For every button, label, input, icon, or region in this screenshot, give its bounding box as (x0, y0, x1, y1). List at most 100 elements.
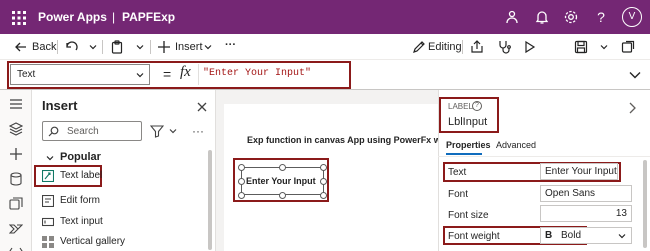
info-icon[interactable]: ? (472, 101, 482, 111)
insert-pane-scrollbar[interactable] (208, 150, 212, 250)
fx-icon[interactable]: fx (180, 64, 191, 81)
formula-text: "Enter Your Input" (203, 68, 312, 79)
notification-bell-icon[interactable] (534, 9, 550, 25)
chevron-down-icon (617, 231, 627, 241)
text-property-input[interactable]: Enter Your Input (540, 163, 618, 180)
save-chevron-down-icon[interactable] (599, 42, 609, 52)
publish-icon[interactable] (621, 40, 635, 54)
font-size-property-label: Font size (448, 210, 489, 221)
settings-gear-icon[interactable] (563, 9, 579, 25)
insert-plus-icon[interactable] (157, 40, 171, 54)
user-avatar[interactable]: V (622, 7, 642, 27)
more-options-button[interactable]: ··· (225, 39, 236, 51)
data-database-icon[interactable] (8, 172, 24, 188)
popular-chevron-down-icon[interactable] (45, 153, 55, 163)
title-separator: | (112, 10, 116, 24)
app-launcher-icon[interactable] (12, 11, 26, 25)
search-input: Search (67, 126, 99, 137)
list-item[interactable]: Edit form (38, 192, 184, 210)
divider (462, 40, 463, 54)
filter-chevron-down-icon[interactable] (168, 126, 178, 136)
close-icon[interactable] (196, 101, 208, 113)
chevron-right-icon[interactable] (627, 101, 637, 115)
more-options-dots: ··· (192, 124, 204, 138)
search-icon (48, 126, 59, 137)
property-dropdown-value: Text (17, 69, 36, 80)
app-name[interactable]: Power Apps (38, 10, 107, 24)
property-dropdown[interactable]: Text (10, 64, 150, 85)
hamburger-menu-icon[interactable] (8, 97, 24, 113)
formula-input[interactable]: "Enter Your Input" (198, 64, 614, 85)
editing-mode-button[interactable]: Editing (428, 41, 462, 53)
divider (102, 40, 103, 54)
more-options-icon[interactable]: ··· (192, 124, 206, 138)
font-weight-property-label: Font weight (448, 231, 500, 242)
back-button[interactable]: Back (32, 41, 56, 53)
resize-handle[interactable] (320, 164, 327, 171)
properties-pane-scrollbar[interactable] (643, 160, 647, 248)
undo-chevron-down-icon[interactable] (88, 42, 98, 52)
avatar-initial: V (628, 11, 636, 22)
help-icon[interactable]: ? (593, 9, 609, 25)
resize-handle[interactable] (279, 164, 286, 171)
undo-icon[interactable] (64, 40, 78, 54)
text-property-value: Enter Your Input (545, 166, 617, 177)
resize-handle[interactable] (279, 192, 286, 199)
active-tab-indicator (446, 153, 482, 155)
back-arrow-icon[interactable] (14, 40, 28, 54)
resize-handle[interactable] (320, 178, 327, 185)
font-property-dropdown[interactable]: Open Sans (540, 185, 632, 202)
insert-button[interactable]: Insert (175, 41, 203, 53)
media-icon[interactable] (8, 197, 24, 213)
info-icon-glyph: ? (475, 102, 479, 109)
environment-icon[interactable] (504, 9, 520, 25)
font-weight-property-value: Bold (561, 230, 582, 241)
editing-pencil-icon[interactable] (412, 40, 426, 54)
list-item-label: Text input (60, 216, 103, 227)
text-label-icon (41, 169, 55, 183)
expand-formula-chevron-down-icon[interactable] (628, 69, 642, 81)
list-item-label: Vertical gallery (60, 236, 126, 247)
share-icon[interactable] (470, 40, 484, 54)
popular-section-header[interactable]: Popular (60, 151, 101, 163)
filter-icon[interactable] (149, 124, 165, 138)
tab-advanced[interactable]: Advanced (496, 140, 536, 150)
preview-play-icon[interactable] (522, 40, 536, 54)
save-icon[interactable] (574, 40, 588, 54)
insert-chevron-down-icon[interactable] (203, 42, 213, 52)
font-weight-property-dropdown[interactable]: B Bold (540, 227, 632, 244)
selected-label-text: Enter Your Input (246, 176, 316, 186)
equals-sign: = (163, 66, 172, 82)
insert-plus-rail-icon[interactable] (8, 147, 24, 163)
list-item[interactable]: Text label (38, 167, 184, 185)
selected-label-control[interactable]: Enter Your Input (241, 167, 324, 195)
variables-icon[interactable] (8, 243, 24, 251)
paste-clipboard-icon[interactable] (110, 40, 124, 54)
control-name[interactable]: LblInput (448, 116, 487, 128)
resize-handle[interactable] (320, 192, 327, 199)
divider (57, 40, 58, 54)
power-automate-icon[interactable] (8, 222, 24, 238)
list-item-label: Text label (60, 170, 103, 181)
font-property-value: Open Sans (545, 188, 596, 199)
tab-properties[interactable]: Properties (446, 140, 491, 150)
insert-pane-title: Insert (42, 98, 78, 113)
tree-view-layers-icon[interactable] (8, 122, 24, 138)
list-item-label: Edit form (60, 195, 101, 206)
bold-icon: B (545, 230, 553, 241)
text-property-label: Text (448, 167, 467, 178)
resize-handle[interactable] (238, 164, 245, 171)
list-item[interactable]: Text input (38, 213, 184, 231)
app-title: PAPFExp (122, 10, 176, 24)
font-property-label: Font (448, 189, 469, 200)
canvas-heading-label[interactable]: Exp function in canvas App using PowerFx… (247, 135, 438, 145)
app-checker-stethoscope-icon[interactable] (497, 40, 511, 54)
text-input-icon (41, 216, 55, 228)
list-item[interactable]: Vertical gallery (38, 233, 184, 251)
resize-handle[interactable] (238, 192, 245, 199)
paste-chevron-down-icon[interactable] (135, 42, 145, 52)
vertical-gallery-icon (42, 236, 54, 248)
search-box[interactable]: Search (42, 121, 142, 141)
resize-handle[interactable] (238, 178, 245, 185)
font-size-property-input[interactable]: 13 (540, 205, 632, 222)
